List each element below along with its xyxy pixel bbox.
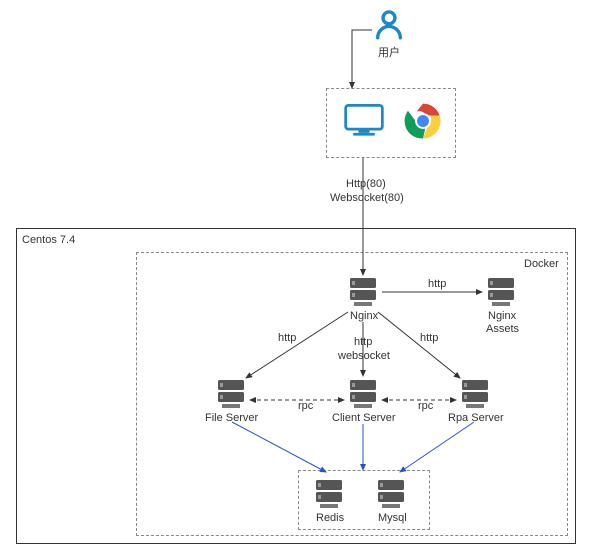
edge-rpc-left: rpc [298, 400, 313, 412]
desktop-icon [342, 100, 386, 143]
edge-http-assets: http [428, 278, 446, 290]
file-server-label: File Server [205, 412, 258, 424]
server-icon-client [348, 378, 378, 415]
mysql-label: Mysql [378, 512, 407, 524]
edge-httpws-client-l2: websocket [338, 350, 390, 362]
chrome-icon [404, 102, 442, 143]
redis-label: Redis [316, 512, 344, 524]
client-server-label: Client Server [332, 412, 396, 424]
server-icon-nginx-assets [486, 276, 516, 313]
edge-httpws-client-l1: http [354, 336, 372, 348]
user-icon [372, 8, 406, 45]
edge-rpc-right: rpc [418, 400, 433, 412]
nginx-label: Nginx [350, 310, 378, 322]
centos-label: Centos 7.4 [22, 234, 75, 246]
server-icon-mysql [376, 478, 406, 515]
edge-http-file: http [278, 332, 296, 344]
docker-label: Docker [524, 258, 559, 270]
transport-http-label: Http(80) [346, 178, 386, 190]
rpa-server-label: Rpa Server [448, 412, 504, 424]
nginx-assets-label-1: Nginx [488, 310, 516, 322]
edge-http-rpa: http [420, 332, 438, 344]
server-icon-file [216, 378, 246, 415]
server-icon-nginx [348, 276, 378, 313]
server-icon-rpa [460, 378, 490, 415]
server-icon-redis [314, 478, 344, 515]
user-label: 用户 [378, 44, 400, 60]
transport-ws-label: Websocket(80) [330, 192, 404, 204]
nginx-assets-label-2: Assets [486, 323, 519, 335]
diagram-root: 用户 Http(80) Websocket(80) Centos 7.4 Doc… [0, 0, 591, 558]
